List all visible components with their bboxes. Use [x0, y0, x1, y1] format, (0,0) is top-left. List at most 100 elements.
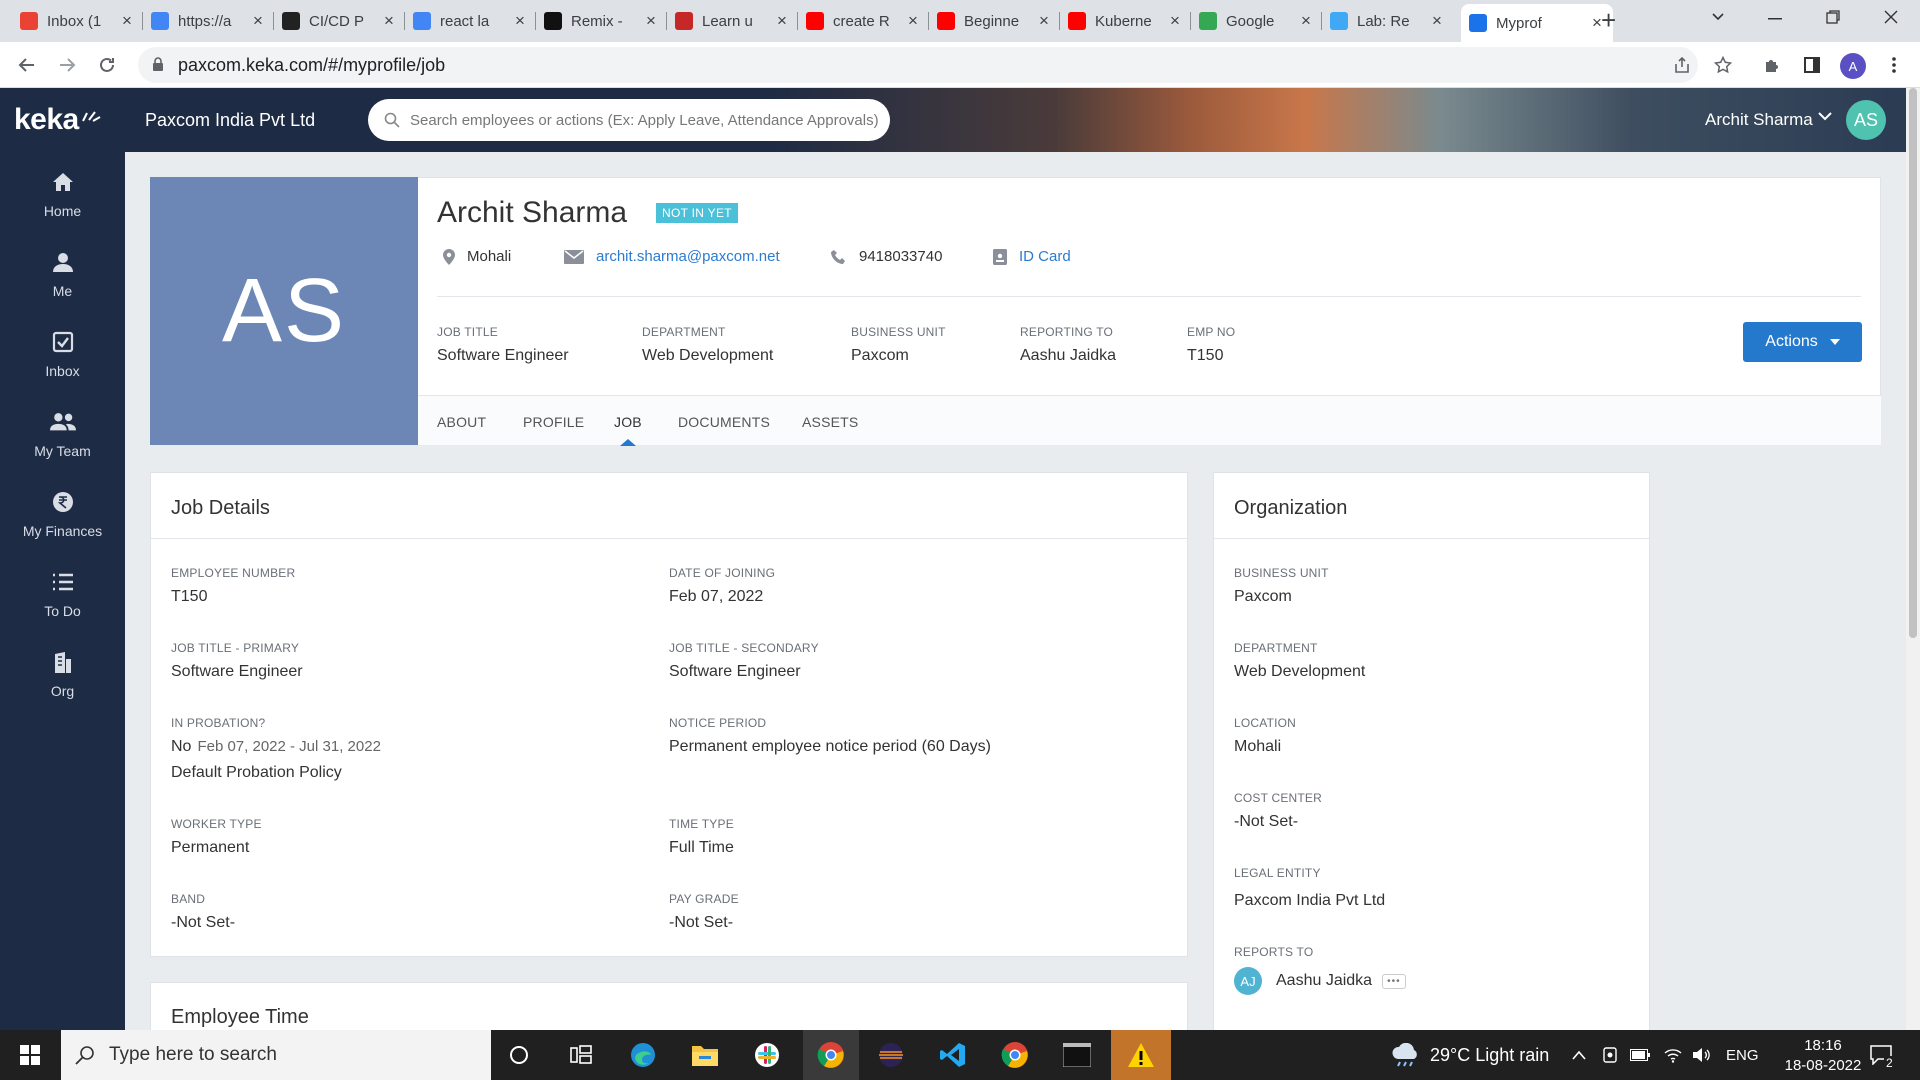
edge-icon[interactable] [625, 1038, 661, 1072]
close-tab-icon[interactable]: × [1298, 11, 1314, 31]
warning-icon[interactable] [1111, 1030, 1171, 1080]
minimize-icon[interactable] [1768, 18, 1782, 20]
meet-now-icon[interactable] [1602, 1030, 1618, 1080]
close-tab-icon[interactable]: × [250, 11, 266, 31]
browser-menu-icon[interactable] [1882, 53, 1906, 77]
section-divider [1214, 538, 1649, 539]
tab-8[interactable]: Kuberne × [1060, 6, 1191, 36]
tab-title: CI/CD P [309, 12, 365, 30]
search-input[interactable] [410, 111, 890, 129]
tab-3[interactable]: react la × [405, 6, 536, 36]
close-tab-icon[interactable]: × [1429, 11, 1445, 31]
tab-5[interactable]: Learn u × [667, 6, 798, 36]
page-scrollbar[interactable] [1906, 88, 1920, 1030]
tab-2[interactable]: CI/CD P × [274, 6, 405, 36]
sidenav-item-org[interactable]: Org [0, 649, 125, 719]
chrome-icon[interactable] [803, 1030, 859, 1080]
notifications-icon[interactable]: 2 [1870, 1030, 1895, 1080]
probation-range: Feb 07, 2022 - Jul 31, 2022 [197, 738, 381, 755]
global-search[interactable] [368, 99, 890, 141]
sidenav-item-home[interactable]: Home [0, 169, 125, 239]
tab-assets[interactable]: ASSETS [802, 414, 858, 430]
tab-4[interactable]: Remix - × [536, 6, 667, 36]
weather-widget[interactable]: 29°C Light rain [1390, 1030, 1549, 1080]
volume-icon[interactable] [1692, 1030, 1712, 1080]
close-tab-icon[interactable]: × [1167, 11, 1183, 31]
file-explorer-icon[interactable] [687, 1038, 723, 1072]
id-card-link[interactable]: ID Card [1019, 248, 1071, 265]
clock[interactable]: 18:16 18-08-2022 [1778, 1030, 1868, 1080]
slack-icon[interactable] [749, 1038, 785, 1072]
restore-icon[interactable] [1826, 10, 1840, 24]
tab-documents[interactable]: DOCUMENTS [678, 414, 770, 430]
tab-profile[interactable]: PROFILE [523, 414, 584, 430]
sidenav-item-inbox[interactable]: Inbox [0, 329, 125, 399]
tray-chevron-up-icon[interactable] [1572, 1030, 1586, 1080]
tab-1[interactable]: https://a × [143, 6, 274, 36]
share-icon[interactable] [1670, 53, 1694, 77]
actions-button[interactable]: Actions [1743, 322, 1862, 362]
reports-to-name[interactable]: Aashu Jaidka [1276, 972, 1372, 990]
field-label: LEGAL ENTITY [1234, 866, 1321, 880]
browser-profile-avatar[interactable]: A [1840, 53, 1866, 79]
reports-to-avatar[interactable]: AJ [1234, 967, 1262, 995]
tab-10[interactable]: Lab: Re × [1322, 6, 1453, 36]
header-user-avatar[interactable]: AS [1846, 100, 1886, 140]
language-indicator[interactable]: ENG [1726, 1030, 1759, 1080]
tab-0[interactable]: Inbox (1 × [12, 6, 143, 36]
org-cost-center-field: COST CENTER -Not Set- [1234, 791, 1322, 831]
keka-logo[interactable]: keka [0, 88, 125, 152]
header-user-name[interactable]: Archit Sharma [1705, 110, 1813, 130]
windows-start-icon[interactable] [12, 1038, 48, 1072]
eclipse-icon[interactable] [873, 1038, 909, 1072]
terminal-icon[interactable] [1059, 1038, 1095, 1072]
field-label: JOB TITLE - PRIMARY [171, 641, 300, 655]
wifi-icon[interactable] [1664, 1030, 1682, 1080]
close-tab-icon[interactable]: × [774, 11, 790, 31]
tab-9[interactable]: Google × [1191, 6, 1322, 36]
more-options-button[interactable]: ••• [1382, 973, 1406, 989]
close-tab-icon[interactable]: × [119, 11, 135, 31]
sidenav-label: To Do [44, 603, 81, 619]
bookmark-star-icon[interactable] [1711, 53, 1735, 77]
field-value: Feb 07, 2022 [669, 588, 764, 605]
email-link[interactable]: archit.sharma@paxcom.net [596, 248, 780, 265]
reporting-to-link[interactable]: Aashu Jaidka [1020, 347, 1116, 365]
tab-title: Beginne [964, 12, 1020, 30]
tab-job[interactable]: JOB [614, 414, 642, 430]
field-value: T150 [1187, 347, 1224, 364]
organization-title: Organization [1234, 497, 1348, 519]
chevron-down-icon[interactable] [1817, 108, 1833, 124]
close-tab-icon[interactable]: × [643, 11, 659, 31]
sidenav-item-me[interactable]: Me [0, 249, 125, 319]
field-label: DEPARTMENT [642, 325, 726, 339]
sidenav-item-my-finances[interactable]: My Finances [0, 489, 125, 559]
field-value: Software Engineer [437, 347, 569, 364]
url-field[interactable]: paxcom.keka.com/#/myprofile/job [138, 47, 1698, 83]
tab-11[interactable]: Myprof × [1461, 4, 1613, 42]
sidenav-item-my-team[interactable]: My Team [0, 409, 125, 479]
task-view-icon[interactable] [563, 1038, 599, 1072]
scrollbar-thumb[interactable] [1909, 88, 1917, 638]
chrome-profile-icon[interactable] [997, 1038, 1033, 1072]
back-icon[interactable] [14, 52, 40, 78]
reload-icon[interactable] [94, 52, 120, 78]
battery-icon[interactable] [1630, 1030, 1650, 1080]
close-window-icon[interactable] [1884, 10, 1898, 24]
tab-6[interactable]: create R × [798, 6, 929, 36]
tab-7[interactable]: Beginne × [929, 6, 1060, 36]
extensions-puzzle-icon[interactable] [1760, 53, 1784, 77]
close-tab-icon[interactable]: × [1036, 11, 1052, 31]
side-panel-icon[interactable] [1800, 53, 1824, 77]
tab-search-icon[interactable] [1710, 8, 1726, 24]
close-tab-icon[interactable]: × [512, 11, 528, 31]
cortana-icon[interactable] [501, 1038, 537, 1072]
forward-icon[interactable] [54, 52, 80, 78]
vscode-icon[interactable] [935, 1038, 971, 1072]
taskbar-search[interactable]: Type here to search [61, 1030, 491, 1080]
tab-about[interactable]: ABOUT [437, 414, 486, 430]
sidenav-item-to-do[interactable]: To Do [0, 569, 125, 639]
close-tab-icon[interactable]: × [381, 11, 397, 31]
close-tab-icon[interactable]: × [905, 11, 921, 31]
new-tab-button[interactable]: + [1601, 6, 1616, 34]
